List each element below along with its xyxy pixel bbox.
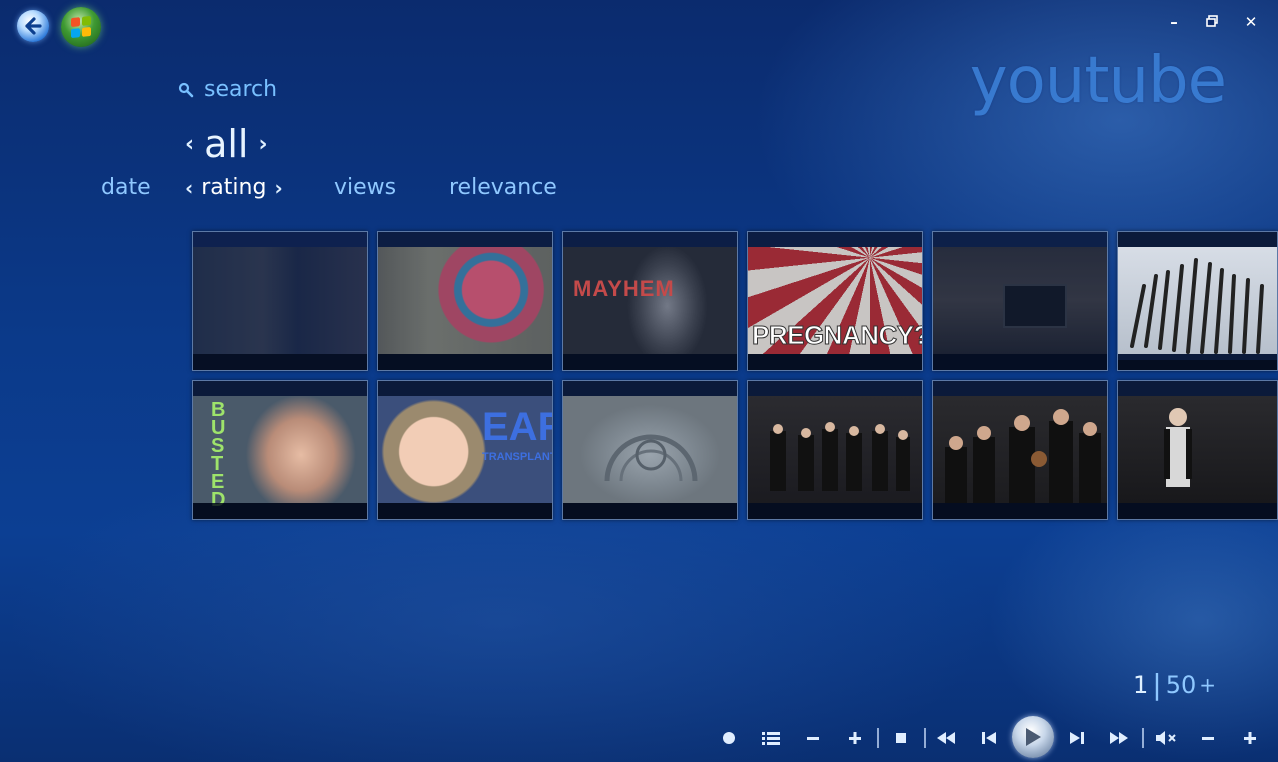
zoom-out-icon xyxy=(807,737,819,740)
stop-button[interactable] xyxy=(890,728,912,748)
chevron-left-icon[interactable]: ‹ xyxy=(185,176,193,200)
mute-button[interactable] xyxy=(1154,728,1180,748)
next-icon xyxy=(1070,732,1084,744)
chevron-right-icon[interactable]: › xyxy=(258,132,267,157)
page-indicator: 1 | 50 + xyxy=(1133,668,1216,701)
video-tile[interactable] xyxy=(562,380,738,520)
control-divider xyxy=(1142,728,1144,748)
video-tile[interactable]: PREGNANCY?! xyxy=(747,231,923,371)
total-count: 50 xyxy=(1165,670,1197,699)
control-divider xyxy=(924,728,926,748)
record-icon xyxy=(723,732,735,744)
zoom-out-button[interactable] xyxy=(802,728,824,748)
video-tile[interactable] xyxy=(747,380,923,520)
close-icon: ✕ xyxy=(1244,13,1258,31)
tile-caption: BUSTED xyxy=(211,399,226,511)
video-tile[interactable] xyxy=(932,231,1108,371)
play-button[interactable] xyxy=(1012,716,1054,758)
volume-up-button[interactable] xyxy=(1239,728,1261,748)
volume-down-button[interactable] xyxy=(1197,728,1219,748)
current-page: 1 xyxy=(1132,670,1149,699)
playlist-icon xyxy=(762,732,780,745)
relief-sculpture-image xyxy=(604,434,698,482)
rewind-button[interactable] xyxy=(935,728,957,748)
sort-option-relevance[interactable]: relevance xyxy=(449,175,557,200)
control-divider xyxy=(877,728,879,748)
video-tile[interactable] xyxy=(1117,380,1278,520)
stage-performers-image xyxy=(770,422,910,491)
windows-start-icon xyxy=(71,15,91,39)
stage-performers-image xyxy=(945,409,1101,503)
filter-selector[interactable]: ‹ all › xyxy=(185,122,268,166)
tile-caption: EAR xyxy=(482,405,552,449)
tile-caption: MAYHEM xyxy=(573,276,675,301)
play-icon xyxy=(1026,728,1041,746)
tile-subcaption: TRANSPLANT xyxy=(482,451,553,463)
sort-option-label: rating xyxy=(201,175,267,200)
search-label: search xyxy=(204,77,278,102)
previous-icon xyxy=(982,732,996,744)
back-button[interactable] xyxy=(17,10,49,42)
search-link[interactable]: search xyxy=(178,77,277,102)
video-tile[interactable] xyxy=(377,231,553,371)
volume-up-icon xyxy=(1244,732,1256,744)
video-tile[interactable] xyxy=(192,231,368,371)
minimize-button[interactable]: – xyxy=(1163,12,1185,32)
sort-option-rating[interactable]: ‹ rating › xyxy=(185,175,283,200)
video-tile[interactable] xyxy=(1117,231,1278,371)
stage-performer-image xyxy=(1164,408,1192,487)
sort-option-views[interactable]: views xyxy=(334,175,396,200)
back-arrow-icon xyxy=(25,17,42,35)
restore-icon xyxy=(1206,15,1218,27)
volume-down-icon xyxy=(1202,737,1214,740)
sort-option-date[interactable]: date xyxy=(101,175,151,200)
record-button[interactable] xyxy=(718,728,740,748)
filter-label: all xyxy=(204,122,249,166)
video-tile[interactable] xyxy=(932,380,1108,520)
search-icon xyxy=(178,82,194,97)
video-tile[interactable]: BUSTED xyxy=(192,380,368,520)
fast-forward-button[interactable] xyxy=(1108,728,1130,748)
video-tile[interactable]: MAYHEM xyxy=(562,231,738,371)
tile-caption: PREGNANCY?! xyxy=(751,320,923,351)
video-tile[interactable]: EAR TRANSPLANT xyxy=(377,380,553,520)
close-button[interactable]: ✕ xyxy=(1240,12,1262,32)
previous-button[interactable] xyxy=(978,728,1000,748)
rewind-icon xyxy=(937,732,955,744)
start-button[interactable] xyxy=(61,7,101,47)
fast-forward-icon xyxy=(1110,732,1128,744)
zoom-in-button[interactable] xyxy=(844,728,866,748)
zoom-in-icon xyxy=(849,732,861,744)
minimize-icon: – xyxy=(1170,13,1178,31)
page-title: youtube xyxy=(969,44,1227,118)
chevron-left-icon[interactable]: ‹ xyxy=(185,132,194,157)
next-button[interactable] xyxy=(1066,728,1088,748)
page-separator: | xyxy=(1152,668,1162,701)
makeup-brushes-image xyxy=(1130,258,1264,354)
playlist-button[interactable] xyxy=(760,728,782,748)
stop-icon xyxy=(896,733,906,743)
more-indicator: + xyxy=(1199,672,1216,697)
mute-icon xyxy=(1156,731,1176,745)
chevron-right-icon[interactable]: › xyxy=(274,176,282,200)
restore-button[interactable] xyxy=(1201,12,1223,32)
